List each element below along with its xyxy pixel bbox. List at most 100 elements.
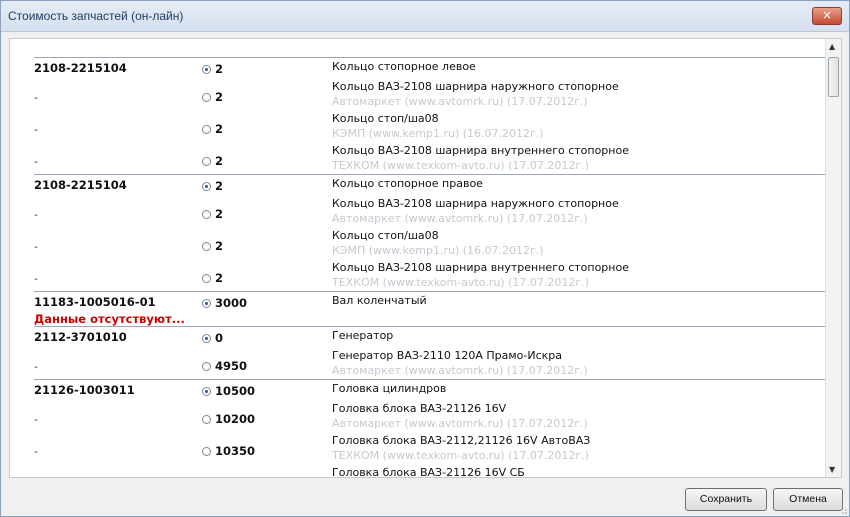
part-group: 2112-3701010 0 Генератор - 4950 Генератор ВАЗ… — [34, 326, 828, 379]
price-radio[interactable]: 2 — [202, 62, 223, 76]
price-radio[interactable]: 4950 — [202, 359, 247, 373]
close-button[interactable]: × — [812, 7, 842, 25]
cancel-button[interactable]: Отмена — [773, 488, 843, 511]
price-radio[interactable]: 10200 — [202, 412, 255, 426]
price-value: 10500 — [215, 384, 256, 398]
part-description: Вал коленчатый — [332, 294, 427, 307]
price-value: 2 — [215, 179, 224, 193]
scroll-up-arrow-icon[interactable]: ▲ — [829, 42, 835, 51]
part-description: Генератор ВАЗ-2110 120А Прамо-Искра — [332, 349, 563, 362]
price-row[interactable]: 2108-2215104 2 Кольцо стопорное правое — [34, 175, 828, 195]
radio-unselected-icon[interactable] — [202, 209, 211, 219]
part-group: 21126-1003011 10500 Головка цилиндров - 1020… — [34, 379, 828, 477]
radio-unselected-icon[interactable] — [202, 361, 211, 371]
price-row[interactable]: - 10200 Головка блока ВАЗ-21126 16V Автомар… — [34, 400, 828, 432]
price-row[interactable]: 2112-3701010 0 Генератор — [34, 327, 828, 347]
price-source: Автомаркет (www.avtomrk.ru) (17.07.2012г… — [332, 364, 588, 377]
part-group: 2108-2215104 2 Кольцо стопорное правое - 2 Ко… — [34, 174, 828, 291]
price-source: КЭМП (www.kemp1.ru) (16.07.2012г.) — [332, 244, 544, 257]
resize-grip-icon[interactable] — [839, 506, 847, 514]
price-radio[interactable]: 2 — [202, 239, 223, 253]
price-value: 2 — [215, 122, 224, 136]
price-radio[interactable]: 2 — [202, 122, 223, 136]
part-description: Головка блока ВАЗ-21126 16V — [332, 402, 507, 415]
price-list: 2108-2215104 2 Кольцо стопорное левое - 2 Кол… — [34, 57, 828, 477]
price-source: ТЕХКОМ (www.texkom-avto.ru) (17.07.2012г… — [332, 276, 589, 289]
radio-unselected-icon[interactable] — [202, 92, 211, 102]
scrollbar-thumb[interactable] — [828, 57, 839, 97]
part-description: Кольцо стопорное правое — [332, 177, 483, 190]
price-source: Автомаркет (www.avtomrk.ru) (17.07.2012г… — [332, 212, 588, 225]
price-radio[interactable]: 10500 — [202, 384, 255, 398]
part-description: Генератор — [332, 329, 394, 342]
price-radio[interactable]: 10350 — [202, 444, 255, 458]
price-radio[interactable]: 0 — [202, 331, 223, 345]
price-value: 4950 — [215, 359, 248, 373]
row-dash: - — [34, 91, 38, 104]
part-number: 21126-1003011 — [34, 383, 135, 397]
price-row[interactable]: 2108-2215104 2 Кольцо стопорное левое — [34, 58, 828, 78]
radio-selected-icon[interactable] — [202, 298, 211, 308]
radio-selected-icon[interactable] — [202, 181, 211, 191]
radio-selected-icon[interactable] — [202, 333, 211, 343]
price-row[interactable]: - 4950 Генератор ВАЗ-2110 120А Прамо-Искра… — [34, 347, 828, 379]
part-number: 2108-2215104 — [34, 178, 127, 192]
row-dash: - — [34, 208, 38, 221]
radio-unselected-icon[interactable] — [202, 124, 211, 134]
dialog-window: Стоимость запчастей (он-лайн) × 2108-221… — [0, 0, 850, 517]
radio-unselected-icon[interactable] — [202, 241, 211, 251]
error-message: Данные отсутствуют... — [34, 312, 185, 326]
part-description: Кольцо ВАЗ-2108 шарнира наружного стопор… — [332, 197, 619, 210]
part-number: 11183-1005016-01 — [34, 295, 156, 309]
price-value: 2 — [215, 90, 224, 104]
part-description: Головка блока ВАЗ-2112,21126 16V АвтоВАЗ — [332, 434, 591, 447]
title-bar[interactable]: Стоимость запчастей (он-лайн) × — [1, 1, 849, 32]
price-row[interactable]: 11183-1005016-01 Данные отсутствуют... 300… — [34, 292, 828, 326]
price-row[interactable]: - 2 Кольцо стоп/ша08 КЭМП (www.kemp1.ru) (1… — [34, 110, 828, 142]
price-row[interactable]: - 2 Кольцо ВАЗ-2108 шарнира наружного стоп… — [34, 78, 828, 110]
radio-selected-icon[interactable] — [202, 64, 211, 74]
save-button[interactable]: Сохранить — [685, 488, 767, 511]
part-group: 11183-1005016-01 Данные отсутствуют... 300… — [34, 291, 828, 326]
part-description: Головка цилиндров — [332, 382, 447, 395]
radio-unselected-icon[interactable] — [202, 156, 211, 166]
price-row[interactable]: - 2 Кольцо ВАЗ-2108 шарнира внутреннего ст… — [34, 142, 828, 174]
price-radio[interactable]: 2 — [202, 271, 223, 285]
price-source: КЭМП (www.kemp1.ru) (16.07.2012г.) — [332, 127, 544, 140]
price-list-panel: 2108-2215104 2 Кольцо стопорное левое - 2 Кол… — [9, 38, 842, 478]
scroll-down-arrow-icon[interactable]: ▼ — [829, 465, 835, 474]
price-value: 10350 — [215, 444, 256, 458]
part-description: Кольцо стоп/ша08 — [332, 229, 439, 242]
radio-unselected-icon[interactable] — [202, 446, 211, 456]
price-row[interactable]: - 2 Кольцо ВАЗ-2108 шарнира внутреннего ст… — [34, 259, 828, 291]
row-dash: - — [34, 240, 38, 253]
price-radio[interactable]: 2 — [202, 90, 223, 104]
price-row[interactable]: 21126-1003011 10500 Головка цилиндров — [34, 380, 828, 400]
price-row[interactable]: - 15700 Головка блока ВАЗ-21126 16V СБ — [34, 464, 828, 477]
price-source: Автомаркет (www.avtomrk.ru) (17.07.2012г… — [332, 417, 588, 430]
price-row[interactable]: - 2 Кольцо стоп/ша08 КЭМП (www.kemp1.ru) (1… — [34, 227, 828, 259]
window-title: Стоимость запчастей (он-лайн) — [8, 9, 184, 23]
price-row[interactable]: - 2 Кольцо ВАЗ-2108 шарнира наружного стоп… — [34, 195, 828, 227]
radio-unselected-icon[interactable] — [202, 414, 211, 424]
radio-selected-icon[interactable] — [202, 386, 211, 396]
part-description: Кольцо стопорное левое — [332, 60, 476, 73]
part-number: 2108-2215104 — [34, 61, 127, 75]
price-radio[interactable]: 2 — [202, 207, 223, 221]
part-number: 2112-3701010 — [34, 330, 127, 344]
part-description: Кольцо ВАЗ-2108 шарнира наружного стопор… — [332, 80, 619, 93]
part-description: Кольцо ВАЗ-2108 шарнира внутреннего стоп… — [332, 144, 629, 157]
row-dash: - — [34, 155, 38, 168]
price-radio[interactable]: 3000 — [202, 296, 247, 310]
price-value: 10200 — [215, 412, 256, 426]
row-dash: - — [34, 123, 38, 136]
vertical-scrollbar[interactable]: ▲ ▼ — [825, 39, 841, 477]
price-radio[interactable]: 2 — [202, 179, 223, 193]
radio-unselected-icon[interactable] — [202, 273, 211, 283]
row-dash: - — [34, 445, 38, 458]
row-dash: - — [34, 360, 38, 373]
row-dash: - — [34, 413, 38, 426]
price-radio[interactable]: 15700 — [202, 476, 255, 477]
price-radio[interactable]: 2 — [202, 154, 223, 168]
price-row[interactable]: - 10350 Головка блока ВАЗ-2112,21126 16V А… — [34, 432, 828, 464]
